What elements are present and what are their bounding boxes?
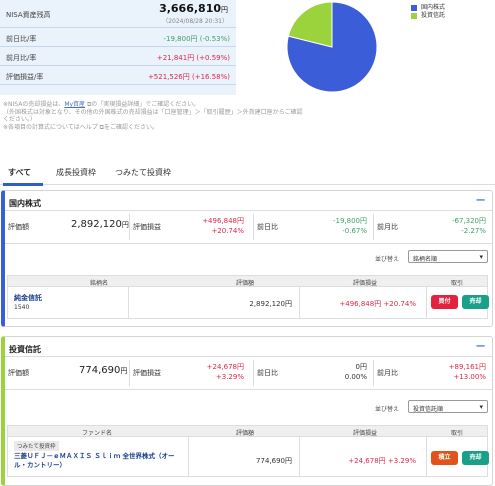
table-header: 銘柄名 評価額 評価損益 取引 [7, 275, 488, 287]
legend-item-domestic: 国内株式 [411, 4, 445, 12]
nisa-balance-label: NISA資産残高 [6, 11, 51, 19]
sort-label: 並び替え [375, 406, 400, 413]
row-pl: +24,678円 +3.29% [348, 457, 416, 465]
collapse-icon[interactable]: − [475, 339, 486, 354]
tab-all[interactable]: すべて [8, 167, 31, 178]
sell-button[interactable]: 売却 [462, 295, 489, 309]
domestic-stock-card: 国内株式 − 評価額 2,892,120円 評価損益 +496,848円 +20… [1, 190, 493, 327]
balance-timestamp: （2024/08/28 20:31） [162, 18, 228, 25]
nisa-summary-panel: NISA資産残高 3,666,810円 （2024/08/28 20:31） 前… [0, 0, 236, 95]
stock-code: 1540 [14, 304, 30, 311]
sell-button[interactable]: 売却 [462, 451, 489, 465]
tab-growth[interactable]: 成長投資枠 [56, 167, 96, 178]
table-header: ファンド名 評価額 評価損益 取引 [7, 425, 488, 437]
row-valuation: 774,690円 [256, 457, 292, 465]
tab-tsumitate[interactable]: つみたて投資枠 [115, 167, 171, 178]
card-title: 国内株式 [9, 199, 41, 208]
tab-active-indicator [3, 183, 43, 186]
card-title: 投資信託 [9, 345, 41, 354]
divider [5, 356, 492, 357]
investment-trust-card: 投資信託 − 評価額 774,690円 評価損益 +24,678円 +3.29%… [1, 336, 493, 486]
legend-swatch [411, 5, 417, 11]
divider [5, 210, 492, 211]
summary-row-pl: 評価損益/率 +521,526円 (+16.58%) [0, 66, 236, 85]
domestic-valuation: 2,892,120円 [71, 219, 129, 230]
fund-name-link[interactable]: 三菱ＵＦＪ－ｅＭＡＸＩＳ Ｓｌｉｍ 全世界株式（オール・カントリー） [14, 452, 184, 470]
summary-row-day: 前日比/率 -19,800円 (-0.53%) [0, 28, 236, 47]
pie-legend: 国内株式 投資信託 [411, 4, 445, 20]
legend-swatch [411, 13, 417, 19]
my-assets-link[interactable]: My資産 [64, 101, 85, 108]
table-row: 純金信託 1540 2,892,120円 +496,848円 +20.74% 買… [7, 287, 489, 319]
fund-valuation: 774,690円 [79, 365, 128, 376]
sort-select[interactable]: 銘柄名順 [408, 250, 488, 263]
tsumitate-tag: つみたて投資枠 [14, 441, 59, 451]
legend-item-fund: 投資信託 [411, 12, 445, 20]
summary-row-month: 前月比/率 +21,841円 (+0.59%) [0, 47, 236, 66]
nisa-balance-row: NISA資産残高 3,666,810円 （2024/08/28 20:31） [0, 0, 236, 28]
collapse-icon[interactable]: − [475, 193, 486, 208]
nisa-balance-total: 3,666,810円 [159, 2, 228, 15]
sort-select[interactable]: 投資信託順 [408, 400, 488, 413]
tab-bar: すべて 成長投資枠 つみたて投資枠 [0, 163, 495, 186]
table-row: つみたて投資枠 三菱ＵＦＪ－ｅＭＡＸＩＳ Ｓｌｉｍ 全世界株式（オール・カントリ… [7, 437, 489, 477]
asset-pie-chart [286, 1, 378, 93]
row-pl: +496,848円 +20.74% [339, 300, 416, 308]
tsumitate-button[interactable]: 積立 [431, 451, 458, 465]
notes-block: ※NISAの売却損益は、My資産 ⧉の「実現損益詳細」でご確認ください。 （外国… [3, 101, 303, 131]
buy-button[interactable]: 買付 [431, 295, 458, 309]
stock-name-link[interactable]: 純金信託 [14, 293, 42, 303]
sort-label: 並び替え [375, 256, 400, 263]
row-valuation: 2,892,120円 [249, 300, 292, 308]
